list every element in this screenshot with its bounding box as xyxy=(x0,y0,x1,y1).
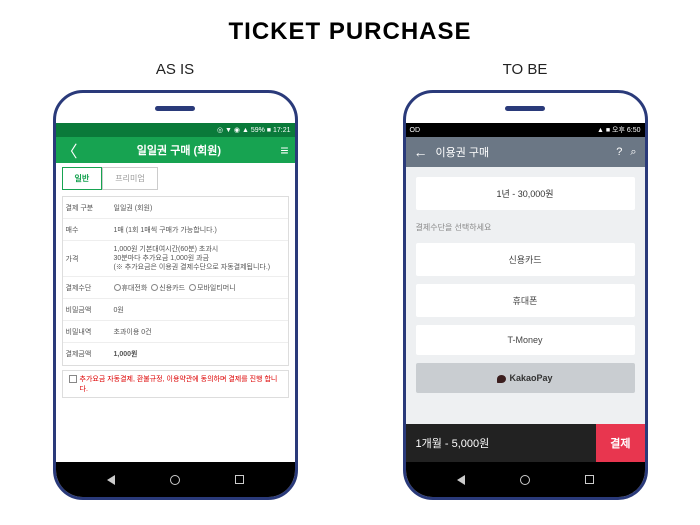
tobe-label: TO BE xyxy=(503,61,548,78)
asis-column: AS IS ◎ ▼ ◉ ▲ 59% ■ 17:21 〈 일일권 구매 (회원) … xyxy=(53,61,298,500)
payment-select-label: 결제수단을 선택하세요 xyxy=(416,222,635,233)
consent-checkbox[interactable] xyxy=(69,375,77,383)
pay-button[interactable]: 결제 xyxy=(596,424,644,462)
radio-card[interactable]: 신용카드 xyxy=(151,283,185,293)
page-title: TICKET PURCHASE xyxy=(0,0,700,46)
bottom-bar: 1개월 - 5,000원 결제 xyxy=(406,424,645,462)
table-row: 결제수단 휴대전화 신용카드 모바일티머니 xyxy=(63,277,288,299)
table-row: 매수 1매 (1회 1매씩 구매가 가능합니다.) xyxy=(63,219,288,241)
tobe-phone-frame: OD ▲ ■ 오후 6:50 ← 이용권 구매 ? ⌕ 1년 - 30,000원… xyxy=(403,90,648,500)
back-arrow-icon[interactable]: ← xyxy=(414,144,428,160)
nav-home-icon[interactable] xyxy=(520,475,530,485)
asis-label: AS IS xyxy=(156,61,194,78)
nav-home-icon[interactable] xyxy=(170,475,180,485)
table-row: 결제 구분 일일권 (회원) xyxy=(63,197,288,219)
consent-text: 추가요금 자동결제, 환불규정, 이용약관에 동의하며 결제를 진행 합니다. xyxy=(80,374,282,394)
asis-phone-frame: ◎ ▼ ◉ ▲ 59% ■ 17:21 〈 일일권 구매 (회원) ≡ 일반 프… xyxy=(53,90,298,500)
asis-header: 〈 일일권 구매 (회원) ≡ xyxy=(56,137,295,163)
asis-screen: ◎ ▼ ◉ ▲ 59% ■ 17:21 〈 일일권 구매 (회원) ≡ 일반 프… xyxy=(56,123,295,462)
tobe-column: TO BE OD ▲ ■ 오후 6:50 ← 이용권 구매 ? ⌕ 1년 - 3… xyxy=(403,61,648,500)
android-nav xyxy=(56,462,295,497)
nav-recent-icon[interactable] xyxy=(235,475,244,484)
radio-phone[interactable]: 휴대전화 xyxy=(114,283,148,293)
pay-method-tmoney[interactable]: T-Money xyxy=(416,325,635,355)
tobe-screen: OD ▲ ■ 오후 6:50 ← 이용권 구매 ? ⌕ 1년 - 30,000원… xyxy=(406,123,645,462)
bottom-price: 1개월 - 5,000원 xyxy=(406,435,597,451)
tab-premium[interactable]: 프리미엄 xyxy=(102,167,157,190)
table-row: 가격 1,000원 기본대여시간(60분) 초과시 30분마다 추가요금 1,0… xyxy=(63,241,288,277)
radio-tmoney[interactable]: 모바일티머니 xyxy=(189,283,236,293)
android-nav xyxy=(406,462,645,497)
pay-method-phone[interactable]: 휴대폰 xyxy=(416,284,635,317)
table-row: 결제금액 1,000원 xyxy=(63,343,288,365)
kakao-icon xyxy=(497,375,506,383)
tab-general[interactable]: 일반 xyxy=(62,167,103,190)
speaker-slot xyxy=(505,106,545,111)
speaker-slot xyxy=(155,106,195,111)
nav-back-icon[interactable] xyxy=(457,475,465,485)
nav-back-icon[interactable] xyxy=(107,475,115,485)
search-icon[interactable]: ⌕ xyxy=(630,146,636,159)
tobe-status-bar: OD ▲ ■ 오후 6:50 xyxy=(406,123,645,137)
tobe-body: 1년 - 30,000원 결제수단을 선택하세요 신용카드 휴대폰 T-Mone… xyxy=(406,167,645,424)
plan-selector[interactable]: 1년 - 30,000원 xyxy=(416,177,635,210)
tobe-header: ← 이용권 구매 ? ⌕ xyxy=(406,137,645,167)
asis-table: 결제 구분 일일권 (회원) 매수 1매 (1회 1매씩 구매가 가능합니다.)… xyxy=(62,196,289,366)
back-icon[interactable]: 〈 xyxy=(62,138,78,162)
table-row: 비밀금액 0원 xyxy=(63,299,288,321)
pay-method-kakaopay[interactable]: KakaoPay xyxy=(416,363,635,393)
asis-status-bar: ◎ ▼ ◉ ▲ 59% ■ 17:21 xyxy=(56,123,295,137)
asis-header-title: 일일권 구매 (회원) xyxy=(78,142,281,158)
tobe-header-title: 이용권 구매 xyxy=(436,144,609,160)
help-icon[interactable]: ? xyxy=(616,146,622,158)
table-row: 비밀내역 초과이용 0건 xyxy=(63,321,288,343)
asis-tabs: 일반 프리미엄 xyxy=(56,163,295,194)
menu-icon[interactable]: ≡ xyxy=(280,142,288,158)
nav-recent-icon[interactable] xyxy=(585,475,594,484)
consent-row[interactable]: 추가요금 자동결제, 환불규정, 이용약관에 동의하며 결제를 진행 합니다. xyxy=(62,370,289,398)
pay-method-card[interactable]: 신용카드 xyxy=(416,243,635,276)
